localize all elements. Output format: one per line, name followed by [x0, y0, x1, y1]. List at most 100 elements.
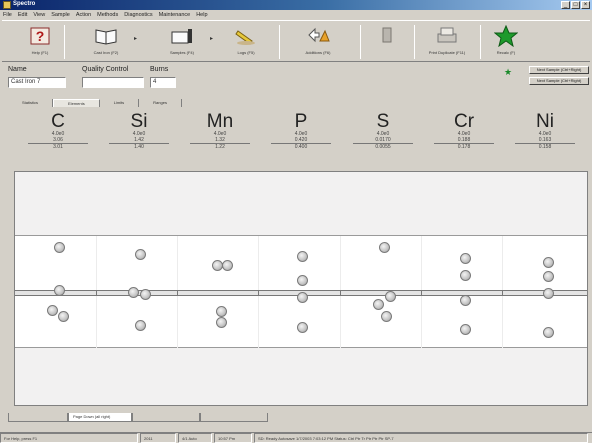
tab-limits[interactable]: Limits — [100, 99, 140, 107]
element-symbol: Si — [130, 111, 148, 132]
logs-label: Logs (F5) — [237, 50, 255, 55]
tab-statistics[interactable]: Statistics — [8, 99, 54, 107]
element-column-s[interactable]: S 4.0e0 0.0170 0.0055 — [353, 112, 413, 150]
element-value: 1.22 — [190, 143, 250, 150]
element-column-p[interactable]: P 4.0e0 0.420 0.400 — [271, 112, 331, 150]
element-value: 1.40 — [109, 143, 169, 150]
dropdown-arrow-icon[interactable]: ▸ — [134, 35, 137, 42]
menu-help[interactable]: Help — [196, 12, 207, 18]
burn-point[interactable] — [459, 294, 471, 306]
star-icon — [493, 24, 519, 48]
recalc-button[interactable]: Recalc (F) — [488, 23, 524, 61]
status-bar: For Help, press F1 2011 4/1 Auto 10:57 P… — [0, 432, 592, 443]
name-label: Name — [8, 66, 27, 73]
help-icon: ? — [28, 25, 52, 47]
additions-icon — [306, 25, 330, 47]
element-symbol: S — [376, 111, 390, 132]
maximize-button[interactable]: □ — [571, 1, 580, 9]
burn-point[interactable] — [459, 323, 471, 335]
menu-file[interactable]: File — [3, 12, 12, 18]
burn-point[interactable] — [127, 286, 139, 298]
element-column-cr[interactable]: Cr 4.0e0 0.188 0.178 — [434, 112, 494, 150]
close-button[interactable]: × — [581, 1, 590, 9]
element-symbol: Ni — [536, 111, 554, 132]
next-sample-button-2[interactable]: Next Sample (Ctrl+Right) — [529, 77, 589, 85]
toolbar: ? Help (F1) Cast Iron (F2) ▸ Samples (F4… — [2, 20, 590, 62]
burn-point[interactable] — [215, 316, 227, 328]
tab-elements[interactable]: Elements — [53, 99, 100, 107]
help-button[interactable]: ? Help (F1) — [22, 23, 58, 61]
burn-point[interactable] — [459, 269, 471, 281]
logs-button[interactable]: Logs (F5) — [228, 23, 264, 61]
upper-band — [15, 172, 587, 236]
burn-point[interactable] — [211, 259, 223, 271]
burn-point[interactable] — [53, 284, 65, 296]
burn-point[interactable] — [380, 310, 392, 322]
samples-button[interactable]: Samples (F4) ▸ — [160, 23, 213, 61]
bottom-tab-3[interactable] — [132, 413, 200, 422]
burn-point[interactable] — [53, 241, 65, 253]
menu-maintenance[interactable]: Maintenance — [159, 12, 191, 18]
burn-point[interactable] — [378, 241, 390, 253]
menu-diagnostics[interactable]: Diagnostics — [124, 12, 152, 18]
cast-iron-button[interactable]: Cast Iron (F2) ▸ — [84, 23, 137, 61]
element-column-c[interactable]: C 4.0e0 3.06 3.01 — [28, 112, 88, 150]
burn-point[interactable] — [296, 274, 308, 286]
svg-text:?: ? — [36, 28, 45, 44]
burn-point[interactable] — [372, 298, 384, 310]
window-title: Spectro — [13, 1, 36, 7]
menu-action[interactable]: Action — [76, 12, 91, 18]
samples-label: Samples (F4) — [169, 50, 194, 55]
burn-point[interactable] — [542, 270, 554, 282]
burn-point[interactable] — [542, 326, 554, 338]
name-field[interactable]: Cast Iron 7 — [8, 77, 66, 88]
print-duplicate-button[interactable]: Print Duplicate (F11) — [420, 23, 474, 61]
burn-point[interactable] — [221, 259, 233, 271]
next-sample-button[interactable]: Next Sample (Ctrl+Right) — [529, 66, 589, 74]
element-column-ni[interactable]: Ni 4.0e0 0.163 0.158 — [515, 112, 575, 150]
bottom-tab-page-down[interactable]: Page Down (all right) — [68, 413, 132, 422]
burns-field[interactable]: 4 — [150, 77, 176, 88]
view-tabs: Statistics Elements Limits Ranges — [8, 99, 182, 108]
cast-iron-label: Cast Iron (F2) — [93, 50, 119, 55]
burn-point[interactable] — [296, 321, 308, 333]
lower-band — [15, 348, 587, 405]
burn-point[interactable] — [542, 256, 554, 268]
additions-button[interactable]: Additions (F6) — [296, 23, 340, 61]
element-column-si[interactable]: Si 4.0e0 1.42 1.40 — [109, 112, 169, 150]
status-details: SD: Ready Autosave 1/7/2003 7:03:12 PM S… — [254, 433, 588, 443]
burn-point[interactable] — [296, 291, 308, 303]
app-icon[interactable] — [3, 1, 11, 9]
disabled-button[interactable] — [372, 23, 402, 61]
menu-edit[interactable]: Edit — [18, 12, 27, 18]
status-help: For Help, press F1 — [0, 433, 138, 443]
menu-view[interactable]: View — [33, 12, 45, 18]
bottom-tab-4[interactable] — [200, 413, 268, 422]
printer-icon — [435, 25, 459, 47]
element-symbol: C — [51, 111, 65, 132]
burn-point[interactable] — [459, 252, 471, 264]
status-mode: 4/1 Auto — [178, 433, 212, 443]
samples-icon — [170, 25, 194, 47]
burn-point[interactable] — [384, 290, 396, 302]
element-column-mn[interactable]: Mn 4.0e0 1.32 1.22 — [190, 112, 250, 150]
menu-methods[interactable]: Methods — [97, 12, 118, 18]
burn-point[interactable] — [134, 248, 146, 260]
tab-ranges[interactable]: Ranges — [139, 99, 182, 107]
recalc-label: Recalc (F) — [496, 50, 516, 55]
burn-point[interactable] — [542, 287, 554, 299]
burn-point[interactable] — [296, 250, 308, 262]
menu-sample[interactable]: Sample — [51, 12, 70, 18]
burn-point[interactable] — [57, 310, 69, 322]
element-value: 0.0055 — [353, 143, 413, 150]
bottom-tab-1[interactable] — [8, 413, 68, 422]
burn-point[interactable] — [139, 288, 151, 300]
burn-point[interactable] — [215, 305, 227, 317]
burn-point[interactable] — [134, 319, 146, 331]
minimize-button[interactable]: _ — [561, 1, 570, 9]
dropdown-arrow-icon[interactable]: ▸ — [210, 35, 213, 42]
quality-control-field[interactable] — [82, 77, 144, 88]
book-icon — [94, 25, 118, 47]
status-year: 2011 — [140, 433, 176, 443]
burn-point[interactable] — [46, 304, 58, 316]
